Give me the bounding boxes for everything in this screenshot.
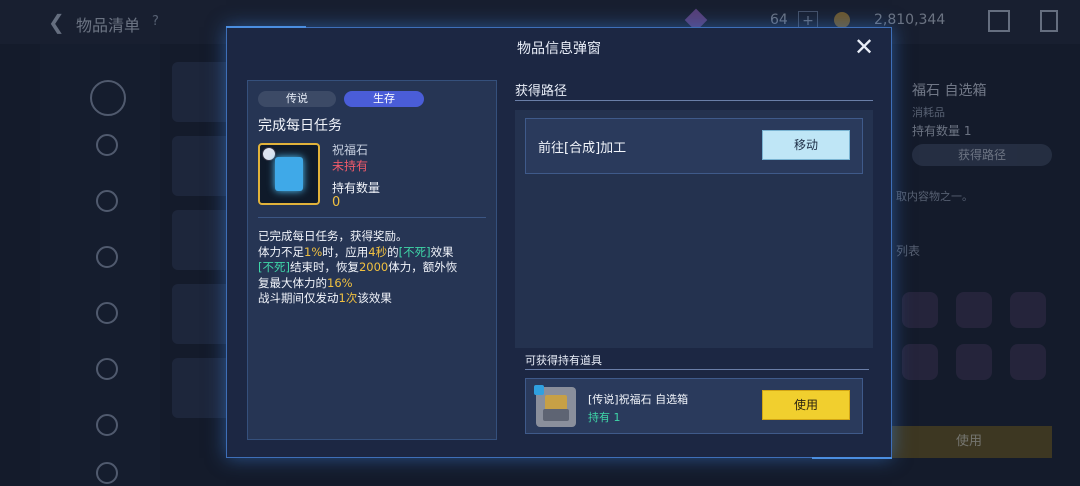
category-sidebar <box>40 44 160 486</box>
description-line: 已完成每日任务，获得奖励。 <box>258 229 408 243</box>
slot-item[interactable] <box>902 344 938 380</box>
detail-route-button[interactable]: 获得路径 <box>912 144 1052 166</box>
modal-corner-decoration <box>226 26 306 28</box>
category-armor-icon[interactable] <box>96 134 118 156</box>
detail-list-label: 列表 <box>896 244 921 258</box>
exit-icon[interactable] <box>1040 10 1058 32</box>
obtainable-item-row: [传说]祝福石 自选箱 持有 1 使用 <box>525 378 863 434</box>
item-name: 祝福石 <box>332 143 369 157</box>
shield-badge-icon <box>262 147 276 161</box>
item-status: 未持有 <box>332 159 369 173</box>
check-badge-icon <box>534 385 544 395</box>
move-button[interactable]: 移动 <box>762 130 850 160</box>
category-material-icon[interactable] <box>96 246 118 268</box>
coin-count: 2,810,344 <box>874 12 946 28</box>
category-book-icon[interactable] <box>96 414 118 436</box>
slot-item[interactable] <box>1010 292 1046 328</box>
help-icon[interactable]: ? <box>152 14 159 29</box>
category-all-icon[interactable] <box>90 80 126 116</box>
selection-box-icon <box>534 385 576 427</box>
page-title: 物品清单 <box>76 16 141 35</box>
detail-use-button[interactable]: 使用 <box>886 426 1052 458</box>
description-line: 体力不足1%时，应用4秒的[不死]效果 <box>258 244 454 259</box>
stone-glow <box>275 157 303 191</box>
grid-item[interactable] <box>172 136 232 196</box>
description-line: 复最大体力的16% <box>258 275 353 290</box>
blessing-stone-icon <box>258 143 320 205</box>
divider <box>515 100 873 101</box>
obtainable-item-name: [传说]祝福石 自选箱 <box>588 393 689 406</box>
grid-item[interactable] <box>172 358 232 418</box>
gem-count: 64 <box>770 12 788 28</box>
grid-item[interactable] <box>172 62 232 122</box>
description-line: 战斗期间仅发动1次该效果 <box>258 291 392 305</box>
grid-item[interactable] <box>172 210 232 270</box>
modal-corner-decoration <box>812 457 892 459</box>
routes-panel: 前往[合成]加工 移动 <box>515 110 873 348</box>
rarity-tag: 传说 <box>258 91 336 107</box>
detail-item-type: 消耗品 <box>912 106 945 119</box>
route-label: 前往[合成]加工 <box>538 141 627 156</box>
item-info-modal: 物品信息弹窗 ✕ 传说 生存 完成每日任务 祝福石 未持有 持有数量 0 已完成… <box>226 26 892 459</box>
routes-title: 获得路径 <box>515 84 568 99</box>
coin-icon <box>834 12 850 28</box>
category-tag: 生存 <box>344 91 424 107</box>
route-row: 前往[合成]加工 移动 <box>525 118 863 174</box>
quantity-label: 持有数量 <box>332 181 381 195</box>
box-body <box>543 409 569 421</box>
grid-menu-icon[interactable] <box>988 10 1010 32</box>
detail-own-count: 持有数量 1 <box>912 124 972 138</box>
card-title: 完成每日任务 <box>258 118 342 134</box>
use-button[interactable]: 使用 <box>762 390 850 420</box>
close-button[interactable]: ✕ <box>851 34 877 60</box>
divider <box>258 217 486 218</box>
slot-item[interactable] <box>902 292 938 328</box>
slot-item[interactable] <box>1010 344 1046 380</box>
back-arrow-icon[interactable]: ❮ <box>48 10 65 34</box>
quantity-value: 0 <box>332 195 341 210</box>
obtainable-item-owned: 持有 1 <box>588 411 621 424</box>
item-description: 已完成每日任务，获得奖励。 体力不足1%时，应用4秒的[不死]效果 [不死]结束… <box>258 229 490 307</box>
category-misc-icon[interactable] <box>96 462 118 484</box>
category-gift-icon[interactable] <box>96 190 118 212</box>
category-core-icon[interactable] <box>96 358 118 380</box>
modal-title: 物品信息弹窗 <box>517 41 601 57</box>
category-chip-icon[interactable] <box>96 302 118 324</box>
item-detail-card: 传说 生存 完成每日任务 祝福石 未持有 持有数量 0 已完成每日任务，获得奖励… <box>247 80 497 440</box>
detail-description: 取内容物之一。 <box>896 190 973 203</box>
slot-item[interactable] <box>956 292 992 328</box>
obtainable-items-title: 可获得持有道具 <box>525 354 602 367</box>
detail-item-title: 福石 自选箱 <box>912 83 987 99</box>
description-line: [不死]结束时，恢复2000体力，额外恢 <box>258 260 458 274</box>
grid-item[interactable] <box>172 284 232 344</box>
divider <box>525 369 869 370</box>
slot-item[interactable] <box>956 344 992 380</box>
